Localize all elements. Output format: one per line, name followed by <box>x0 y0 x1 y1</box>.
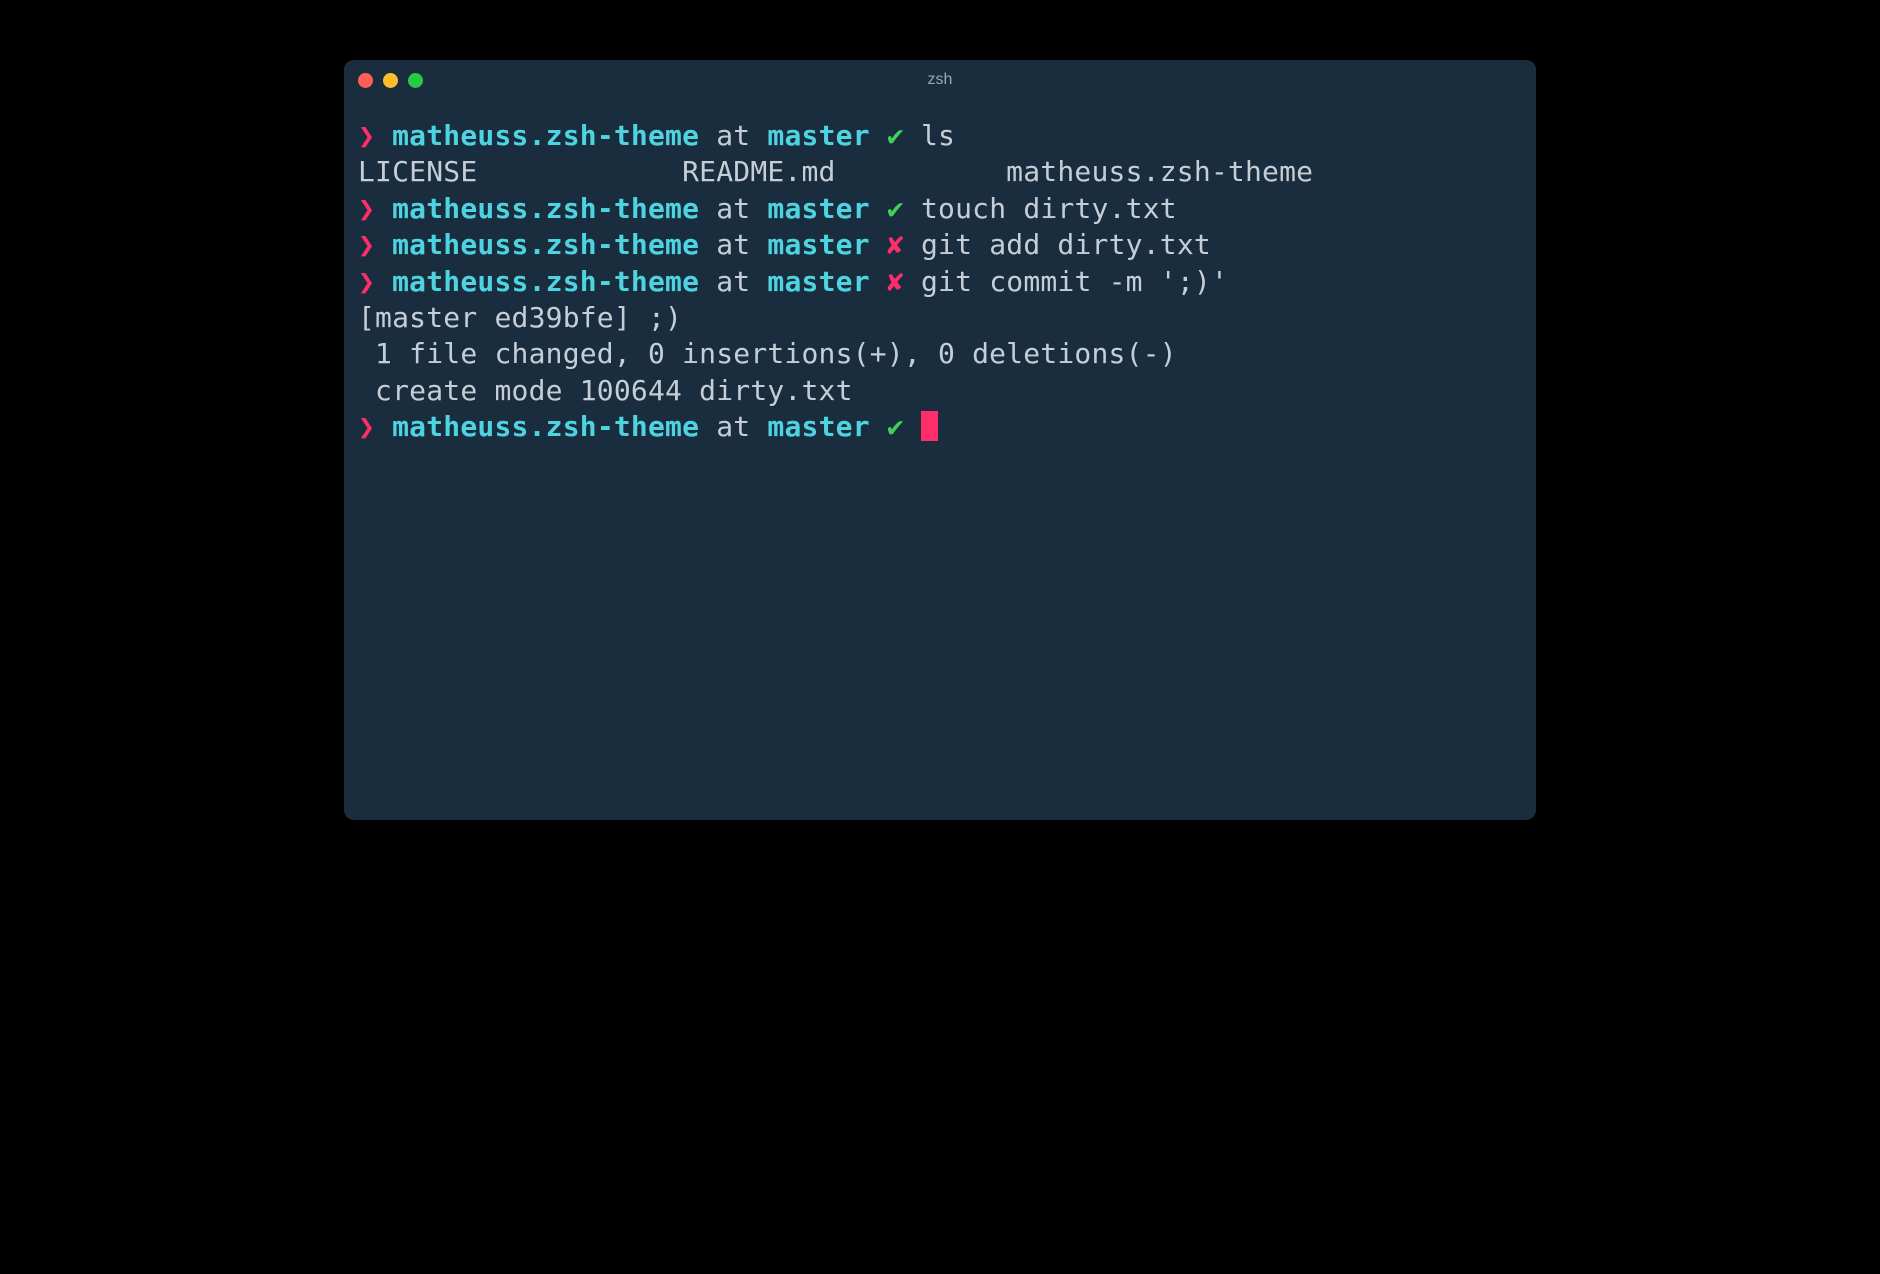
prompt-directory: matheuss.zsh-theme <box>392 410 699 443</box>
prompt-at: at <box>716 192 750 225</box>
prompt-branch: master <box>767 410 869 443</box>
check-icon: ✔ <box>887 192 904 225</box>
titlebar: zsh <box>344 60 1536 100</box>
command-text: git commit -m ';)' <box>921 265 1228 298</box>
output-line: [master ed39bfe] ;) <box>358 300 1522 336</box>
cursor-icon <box>921 411 938 441</box>
terminal-body[interactable]: ❯ matheuss.zsh-theme at master ✔ lsLICEN… <box>344 100 1536 464</box>
prompt-arrow-icon: ❯ <box>358 265 375 298</box>
prompt-line: ❯ matheuss.zsh-theme at master ✘ git add… <box>358 227 1522 263</box>
prompt-branch: master <box>767 119 869 152</box>
minimize-icon[interactable] <box>383 73 398 88</box>
prompt-at: at <box>716 119 750 152</box>
prompt-branch: master <box>767 265 869 298</box>
prompt-branch: master <box>767 192 869 225</box>
x-icon: ✘ <box>887 265 904 298</box>
command-text: touch dirty.txt <box>921 192 1177 225</box>
check-icon: ✔ <box>887 119 904 152</box>
prompt-line: ❯ matheuss.zsh-theme at master ✘ git com… <box>358 264 1522 300</box>
prompt-line: ❯ matheuss.zsh-theme at master ✔ <box>358 409 1522 445</box>
maximize-icon[interactable] <box>408 73 423 88</box>
output-text: LICENSE README.md matheuss.zsh-theme <box>358 155 1313 188</box>
prompt-arrow-icon: ❯ <box>358 119 375 152</box>
output-line: 1 file changed, 0 insertions(+), 0 delet… <box>358 336 1522 372</box>
command-text: git add dirty.txt <box>921 228 1211 261</box>
prompt-directory: matheuss.zsh-theme <box>392 265 699 298</box>
output-text: 1 file changed, 0 insertions(+), 0 delet… <box>358 337 1177 370</box>
prompt-line: ❯ matheuss.zsh-theme at master ✔ touch d… <box>358 191 1522 227</box>
prompt-arrow-icon: ❯ <box>358 192 375 225</box>
prompt-directory: matheuss.zsh-theme <box>392 228 699 261</box>
prompt-directory: matheuss.zsh-theme <box>392 119 699 152</box>
prompt-at: at <box>716 228 750 261</box>
output-line: LICENSE README.md matheuss.zsh-theme <box>358 154 1522 190</box>
prompt-line: ❯ matheuss.zsh-theme at master ✔ ls <box>358 118 1522 154</box>
check-icon: ✔ <box>887 410 904 443</box>
terminal-window: zsh ❯ matheuss.zsh-theme at master ✔ lsL… <box>344 60 1536 820</box>
close-icon[interactable] <box>358 73 373 88</box>
output-text: [master ed39bfe] ;) <box>358 301 682 334</box>
window-title: zsh <box>928 71 953 89</box>
prompt-directory: matheuss.zsh-theme <box>392 192 699 225</box>
prompt-at: at <box>716 265 750 298</box>
prompt-branch: master <box>767 228 869 261</box>
output-text: create mode 100644 dirty.txt <box>358 374 853 407</box>
prompt-arrow-icon: ❯ <box>358 410 375 443</box>
command-text: ls <box>921 119 955 152</box>
prompt-arrow-icon: ❯ <box>358 228 375 261</box>
prompt-at: at <box>716 410 750 443</box>
output-line: create mode 100644 dirty.txt <box>358 373 1522 409</box>
x-icon: ✘ <box>887 228 904 261</box>
traffic-lights <box>358 73 423 88</box>
